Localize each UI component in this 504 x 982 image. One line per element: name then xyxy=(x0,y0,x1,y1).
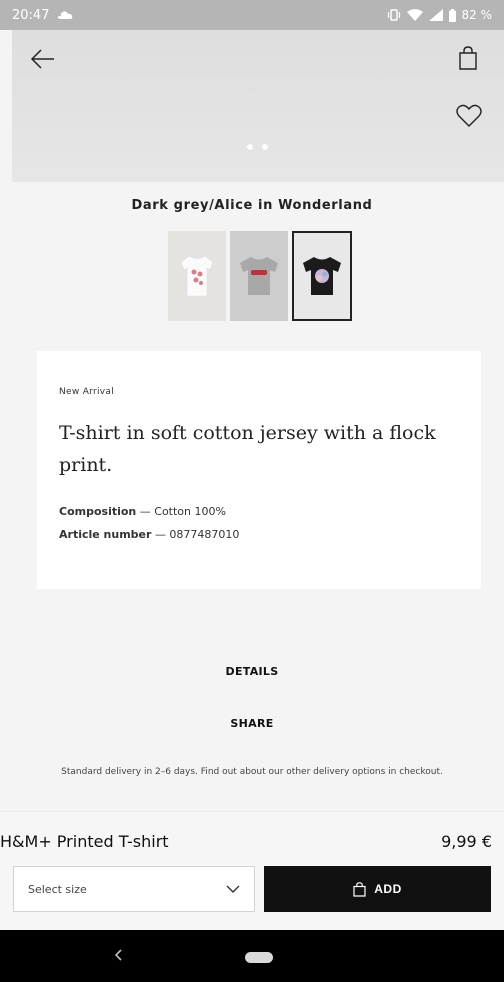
delivery-info: Standard delivery in 2–6 days. Find out … xyxy=(61,767,443,777)
carousel-dots xyxy=(247,144,268,150)
battery-percent: 82 % xyxy=(461,8,493,22)
heart-icon[interactable] xyxy=(456,104,482,128)
carousel-dot-2[interactable] xyxy=(262,144,268,150)
swatch-grey-tshirt[interactable] xyxy=(230,231,288,321)
status-right: 82 % xyxy=(387,8,493,22)
composition-label: Composition xyxy=(59,505,137,518)
shopping-bag-icon xyxy=(353,881,366,897)
chevron-down-icon xyxy=(226,885,240,893)
article-number-row: Article number — 0877487010 xyxy=(59,528,459,541)
battery-icon xyxy=(448,8,456,22)
white-tshirt-image xyxy=(180,255,214,297)
shopping-bag-icon[interactable] xyxy=(456,46,480,70)
color-name: Dark grey/Alice in Wonderland xyxy=(131,198,373,213)
grey-tshirt-image xyxy=(240,257,278,295)
product-description: T-shirt in soft cotton jersey with a flo… xyxy=(59,422,436,476)
share-link[interactable]: SHARE xyxy=(0,717,504,730)
product-info-card: New Arrival T-shirt in soft cotton jerse… xyxy=(37,351,481,589)
status-left: 20:47 xyxy=(12,8,73,23)
system-nav-bar xyxy=(0,930,504,982)
status-bar: 20:47 82 % xyxy=(0,0,504,30)
product-price: 9,99 € xyxy=(441,832,492,851)
carousel-dot-1[interactable] xyxy=(247,144,253,150)
composition-row: Composition — Cotton 100% xyxy=(59,505,459,518)
purchase-panel: H&M+ Printed T-shirt 9,99 € Select size … xyxy=(0,811,504,930)
signal-icon xyxy=(428,9,443,21)
nav-home-pill[interactable] xyxy=(245,952,273,963)
article-number-label: Article number xyxy=(59,528,152,541)
new-arrival-badge: New Arrival xyxy=(59,387,115,397)
vibrate-icon xyxy=(387,9,400,21)
product-name: H&M+ Printed T-shirt xyxy=(0,832,169,851)
details-link[interactable]: DETAILS xyxy=(0,665,504,678)
cloud-icon xyxy=(58,11,73,19)
swatch-white-tshirt[interactable] xyxy=(168,231,226,321)
size-select[interactable]: Select size xyxy=(13,866,255,912)
color-swatches xyxy=(168,231,352,321)
wifi-icon xyxy=(406,9,423,21)
size-select-placeholder: Select size xyxy=(28,882,87,896)
nav-back-icon[interactable] xyxy=(112,946,126,964)
add-button-label: ADD xyxy=(374,882,402,896)
back-arrow-icon[interactable] xyxy=(30,46,56,72)
composition-value: — Cotton 100% xyxy=(139,505,226,518)
add-to-bag-button[interactable]: ADD xyxy=(264,866,491,912)
article-number-value: — 0877487010 xyxy=(154,528,240,541)
product-image-carousel[interactable] xyxy=(12,30,504,182)
swatch-dark-grey-tshirt[interactable] xyxy=(292,231,352,321)
dark-tshirt-image xyxy=(303,257,341,295)
status-time: 20:47 xyxy=(12,7,50,23)
